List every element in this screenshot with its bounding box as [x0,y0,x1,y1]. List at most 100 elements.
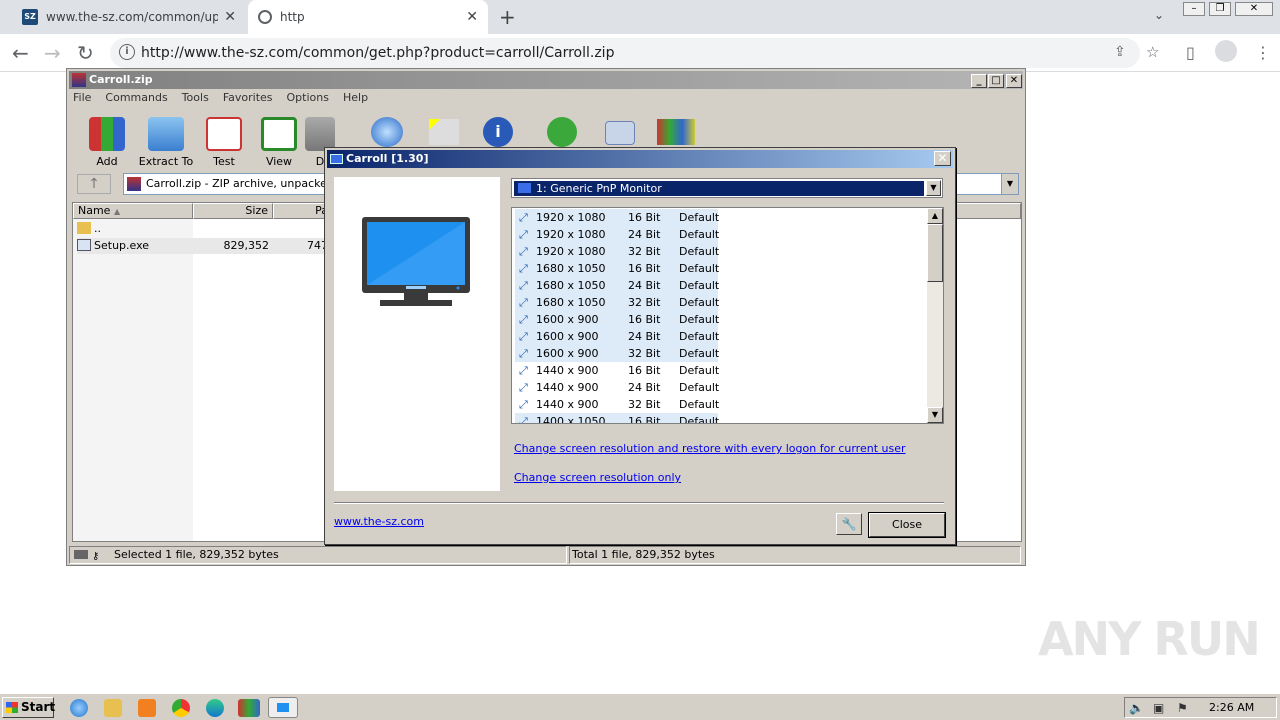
wizard-wand-icon[interactable] [429,119,459,145]
reload-icon[interactable]: ↻ [77,41,94,65]
menu-file[interactable]: File [73,91,91,104]
test-button[interactable]: Test [194,117,254,168]
close-button[interactable]: Close [869,513,945,537]
dialog-close-icon[interactable]: ✕ [934,151,951,166]
change-and-restore-link[interactable]: Change screen resolution and restore wit… [514,442,906,455]
resize-arrow-icon: ⤢ [519,262,528,275]
list-item[interactable]: ⤢ 1600 x 900 16 Bit Default [515,311,719,328]
share-icon[interactable]: ⇪ [1114,44,1126,60]
close-icon[interactable]: ✕ [1006,74,1022,88]
tab-close-icon[interactable]: ✕ [466,9,478,25]
comment-icon[interactable] [605,121,635,145]
kebab-menu-icon[interactable]: ⋮ [1255,43,1271,62]
edge-icon[interactable] [206,699,224,717]
list-item[interactable]: ⤢ 1920 x 1080 24 Bit Default [515,226,719,243]
list-item[interactable]: ⤢ 1680 x 1050 32 Bit Default [515,294,719,311]
chrome-icon[interactable] [172,699,190,717]
ie-icon[interactable] [70,699,88,717]
change-resolution-only-link[interactable]: Change screen resolution only [514,471,681,484]
mode-frequency: Default [679,347,720,360]
file-name: .. [94,222,101,235]
side-panel-icon[interactable]: ▯ [1186,43,1195,62]
settings-wrench-icon[interactable]: 🔧 [836,513,862,535]
forward-arrow-icon[interactable]: → [44,41,61,65]
start-button[interactable]: Start [2,697,56,718]
explorer-folder-icon[interactable] [104,699,122,717]
list-item[interactable]: ⤢ 1440 x 900 24 Bit Default [515,379,719,396]
website-link[interactable]: www.the-sz.com [334,515,424,528]
name-column-bg [73,219,193,541]
menu-tools[interactable]: Tools [182,91,209,104]
list-item[interactable]: ⤢ 1600 x 900 32 Bit Default [515,345,720,362]
up-arrow-icon[interactable]: ↑ [77,174,111,194]
resolution-list-scrollbar[interactable]: ▲ ▼ [927,208,943,423]
tab-close-icon[interactable]: ✕ [224,9,236,25]
site-info-icon[interactable]: i [119,44,135,60]
column-header-name[interactable]: Name ▲ [73,203,193,219]
mode-bits: 32 Bit [628,347,661,360]
parent-folder-icon [77,222,91,234]
list-item[interactable]: ⤢ 1400 x 1050 16 Bit Default [515,413,719,424]
media-player-icon[interactable] [138,699,156,717]
list-item[interactable]: ⤢ 1920 x 1080 32 Bit Default [515,243,719,260]
extract-to-button[interactable]: Extract To [136,117,196,168]
info-icon[interactable]: i [483,117,513,147]
tab-update[interactable]: SZ www.the-sz.com/common/update.ph ✕ [12,0,246,34]
mode-bits: 24 Bit [628,228,661,241]
mode-bits: 16 Bit [628,415,661,424]
mode-resolution: 1440 x 900 [536,364,599,377]
mode-resolution: 1440 x 900 [536,398,599,411]
find-magnifier-icon[interactable] [371,117,403,147]
scroll-up-icon[interactable]: ▲ [927,208,943,224]
dialog-title: Carroll [1.30] [346,152,429,165]
menu-options[interactable]: Options [287,91,329,104]
bookmark-star-icon[interactable]: ☆ [1146,43,1159,61]
add-label: Add [96,155,118,168]
carroll-taskbar-item[interactable] [268,697,298,718]
chevron-down-icon[interactable]: ▼ [926,180,941,196]
list-item[interactable]: ⤢ 1440 x 900 32 Bit Default [515,396,719,413]
add-button[interactable]: Add [77,117,137,168]
minimize-icon[interactable]: _ [971,74,987,88]
exe-file-icon [77,239,91,251]
address-bar[interactable]: i http://www.the-sz.com/common/get.php?p… [110,38,1159,68]
maximize-icon[interactable]: □ [988,74,1004,88]
winrar-taskbar-icon[interactable] [238,699,260,717]
profile-avatar-icon[interactable] [1215,40,1237,62]
path-dropdown-icon[interactable]: ▼ [1001,174,1018,194]
anyrun-watermark: ANY RUN [1038,612,1261,666]
column-header-extra[interactable] [953,203,1021,219]
virus-scan-icon[interactable] [547,117,577,147]
winrar-app-icon [72,73,86,87]
sfx-icon[interactable] [657,119,695,145]
tab-http[interactable]: http ✕ [248,0,488,34]
new-tab-plus-icon[interactable]: + [499,5,516,29]
status-selected: ⚷ Selected 1 file, 829,352 bytes [69,546,567,564]
network-icon[interactable]: ▣ [1153,701,1164,715]
close-window-icon[interactable]: ✕ [1235,2,1273,16]
back-arrow-icon[interactable]: ← [12,41,29,65]
monitor-select[interactable]: 1: Generic PnP Monitor ▼ [511,178,943,198]
view-button[interactable]: View [249,117,309,168]
dialog-separator [334,502,944,504]
scroll-thumb[interactable] [927,224,943,282]
menu-commands[interactable]: Commands [105,91,167,104]
resolution-list[interactable]: ⤢ 1920 x 1080 16 Bit Default ⤢ 1920 x 1080 24… [511,207,944,424]
menu-favorites[interactable]: Favorites [223,91,273,104]
restore-icon[interactable]: ❐ [1209,2,1231,16]
extract-to-label: Extract To [138,155,194,168]
column-header-size[interactable]: Size [193,203,273,219]
list-item[interactable]: ⤢ 1680 x 1050 16 Bit Default [515,260,719,277]
list-item[interactable]: ⤢ 1600 x 900 24 Bit Default [515,328,719,345]
flag-icon[interactable]: ⚑ [1177,701,1188,715]
volume-icon[interactable]: 🔈 [1129,701,1144,715]
menu-help[interactable]: Help [343,91,368,104]
scroll-down-icon[interactable]: ▼ [927,407,943,423]
list-item[interactable]: ⤢ 1680 x 1050 24 Bit Default [515,277,719,294]
mode-bits: 32 Bit [628,296,661,309]
list-item[interactable]: ⤢ 1920 x 1080 16 Bit Default [515,209,719,226]
minimize-icon[interactable]: – [1183,2,1205,16]
list-item[interactable]: ⤢ 1440 x 900 16 Bit Default [515,362,719,379]
tab-search-chevron-icon[interactable]: ⌄ [1154,8,1164,22]
start-label: Start [21,700,56,714]
